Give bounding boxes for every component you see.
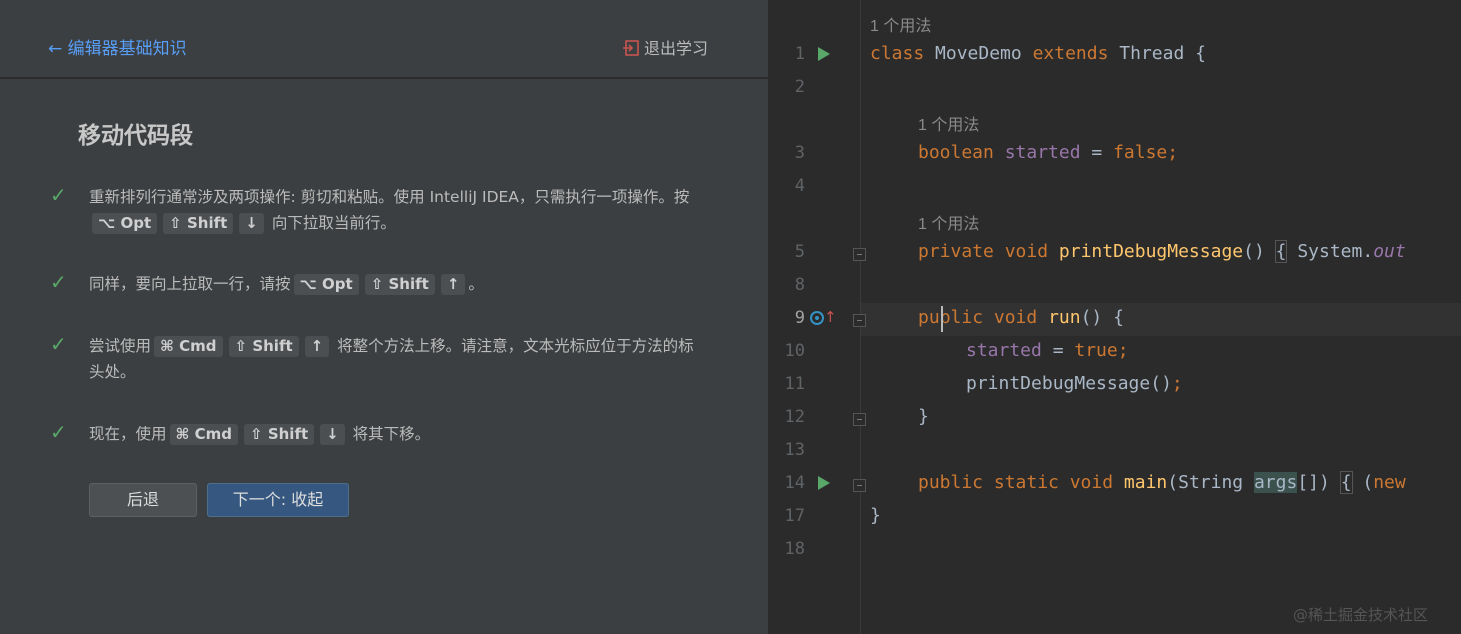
key-down: ↓ xyxy=(320,424,345,445)
back-to-module-link[interactable]: ← 编辑器基础知识 xyxy=(48,34,187,59)
fold-icon[interactable] xyxy=(853,314,866,327)
overrides-method-icon[interactable] xyxy=(810,311,824,325)
run-main-icon[interactable] xyxy=(818,476,830,490)
check-icon: ✓ xyxy=(50,270,67,294)
usage-hint[interactable]: 1 个用法 xyxy=(918,210,979,234)
usage-hint[interactable]: 1 个用法 xyxy=(918,111,979,135)
lesson-title: 移动代码段 xyxy=(78,123,193,149)
key-shift: ⇧ Shift xyxy=(163,213,234,234)
line-number: 18 xyxy=(784,539,805,559)
back-button[interactable]: 后退 xyxy=(89,483,197,517)
key-down: ↓ xyxy=(239,213,264,234)
next-button[interactable]: 下一个: 收起 xyxy=(207,483,349,517)
fold-icon[interactable] xyxy=(853,248,866,261)
line-number: 10 xyxy=(784,341,805,361)
code-line: } xyxy=(918,406,929,427)
exit-learning-button[interactable]: 退出学习 xyxy=(622,35,708,59)
key-cmd: ⌘ Cmd xyxy=(154,336,223,357)
line-number: 12 xyxy=(784,407,805,427)
line-number: 9 xyxy=(794,308,805,328)
line-number: 5 xyxy=(794,242,805,262)
step-text: 重新排列行通常涉及两项操作: 剪切和粘贴。使用 IntelliJ IDEA，只需… xyxy=(89,188,690,234)
code-line: } xyxy=(870,505,881,526)
code-line: private void printDebugMessage() { Syste… xyxy=(918,240,1406,263)
check-icon: ✓ xyxy=(50,420,67,444)
code-line: public void run() { xyxy=(918,307,1124,328)
line-number: 13 xyxy=(784,440,805,460)
step-text: 尝试使用 ⌘ Cmd ⇧ Shift ↑ 将整个方法上移。请注意，文本光标应位于方法的… xyxy=(89,336,694,381)
key-shift: ⇧ Shift xyxy=(364,274,435,295)
line-number: 17 xyxy=(784,506,805,526)
line-number: 3 xyxy=(794,143,805,163)
watermark: @稀土掘金技术社区 xyxy=(1293,606,1429,624)
line-number: 11 xyxy=(784,374,805,394)
learn-panel: ← 编辑器基础知识 退出学习 移动代码段 ✓ 重新排列行通常涉及两项操作: 剪切… xyxy=(0,0,768,634)
key-shift: ⇧ Shift xyxy=(228,336,299,357)
exit-icon xyxy=(623,40,639,56)
run-class-icon[interactable] xyxy=(818,47,830,61)
key-shift: ⇧ Shift xyxy=(244,424,315,445)
line-number: 8 xyxy=(794,275,805,295)
fold-icon[interactable] xyxy=(853,479,866,492)
line-number: 1 xyxy=(794,44,805,64)
code-line: started = true; xyxy=(966,340,1129,361)
code-line: public static void main(String args[]) {… xyxy=(918,471,1406,494)
text-caret xyxy=(941,306,943,332)
code-line: boolean started = false; xyxy=(918,142,1179,163)
code-line: printDebugMessage(); xyxy=(966,373,1183,394)
key-opt: ⌥ Opt xyxy=(293,274,359,295)
check-icon: ✓ xyxy=(50,332,67,356)
key-cmd: ⌘ Cmd xyxy=(169,424,239,445)
key-up: ↑ xyxy=(440,274,466,295)
usage-hint[interactable]: 1 个用法 xyxy=(870,12,931,36)
line-number: 4 xyxy=(794,176,805,196)
fold-icon[interactable] xyxy=(853,413,866,426)
check-icon: ✓ xyxy=(50,183,67,207)
code-line: class MoveDemo extends Thread { xyxy=(870,43,1206,64)
line-number: 14 xyxy=(784,473,805,493)
exit-label: 退出学习 xyxy=(644,39,709,58)
override-arrow-icon: ↑ xyxy=(824,308,837,326)
step-text: 同样，要向上拉取一行，请按 ⌥ Opt ⇧ Shift ↑。 xyxy=(89,274,484,295)
step-text: 现在，使用 ⌘ Cmd ⇧ Shift ↓ 将其下移。 xyxy=(89,424,431,445)
key-up: ↑ xyxy=(304,336,330,357)
key-opt: ⌥ Opt xyxy=(92,213,158,234)
line-number: 2 xyxy=(794,77,805,97)
